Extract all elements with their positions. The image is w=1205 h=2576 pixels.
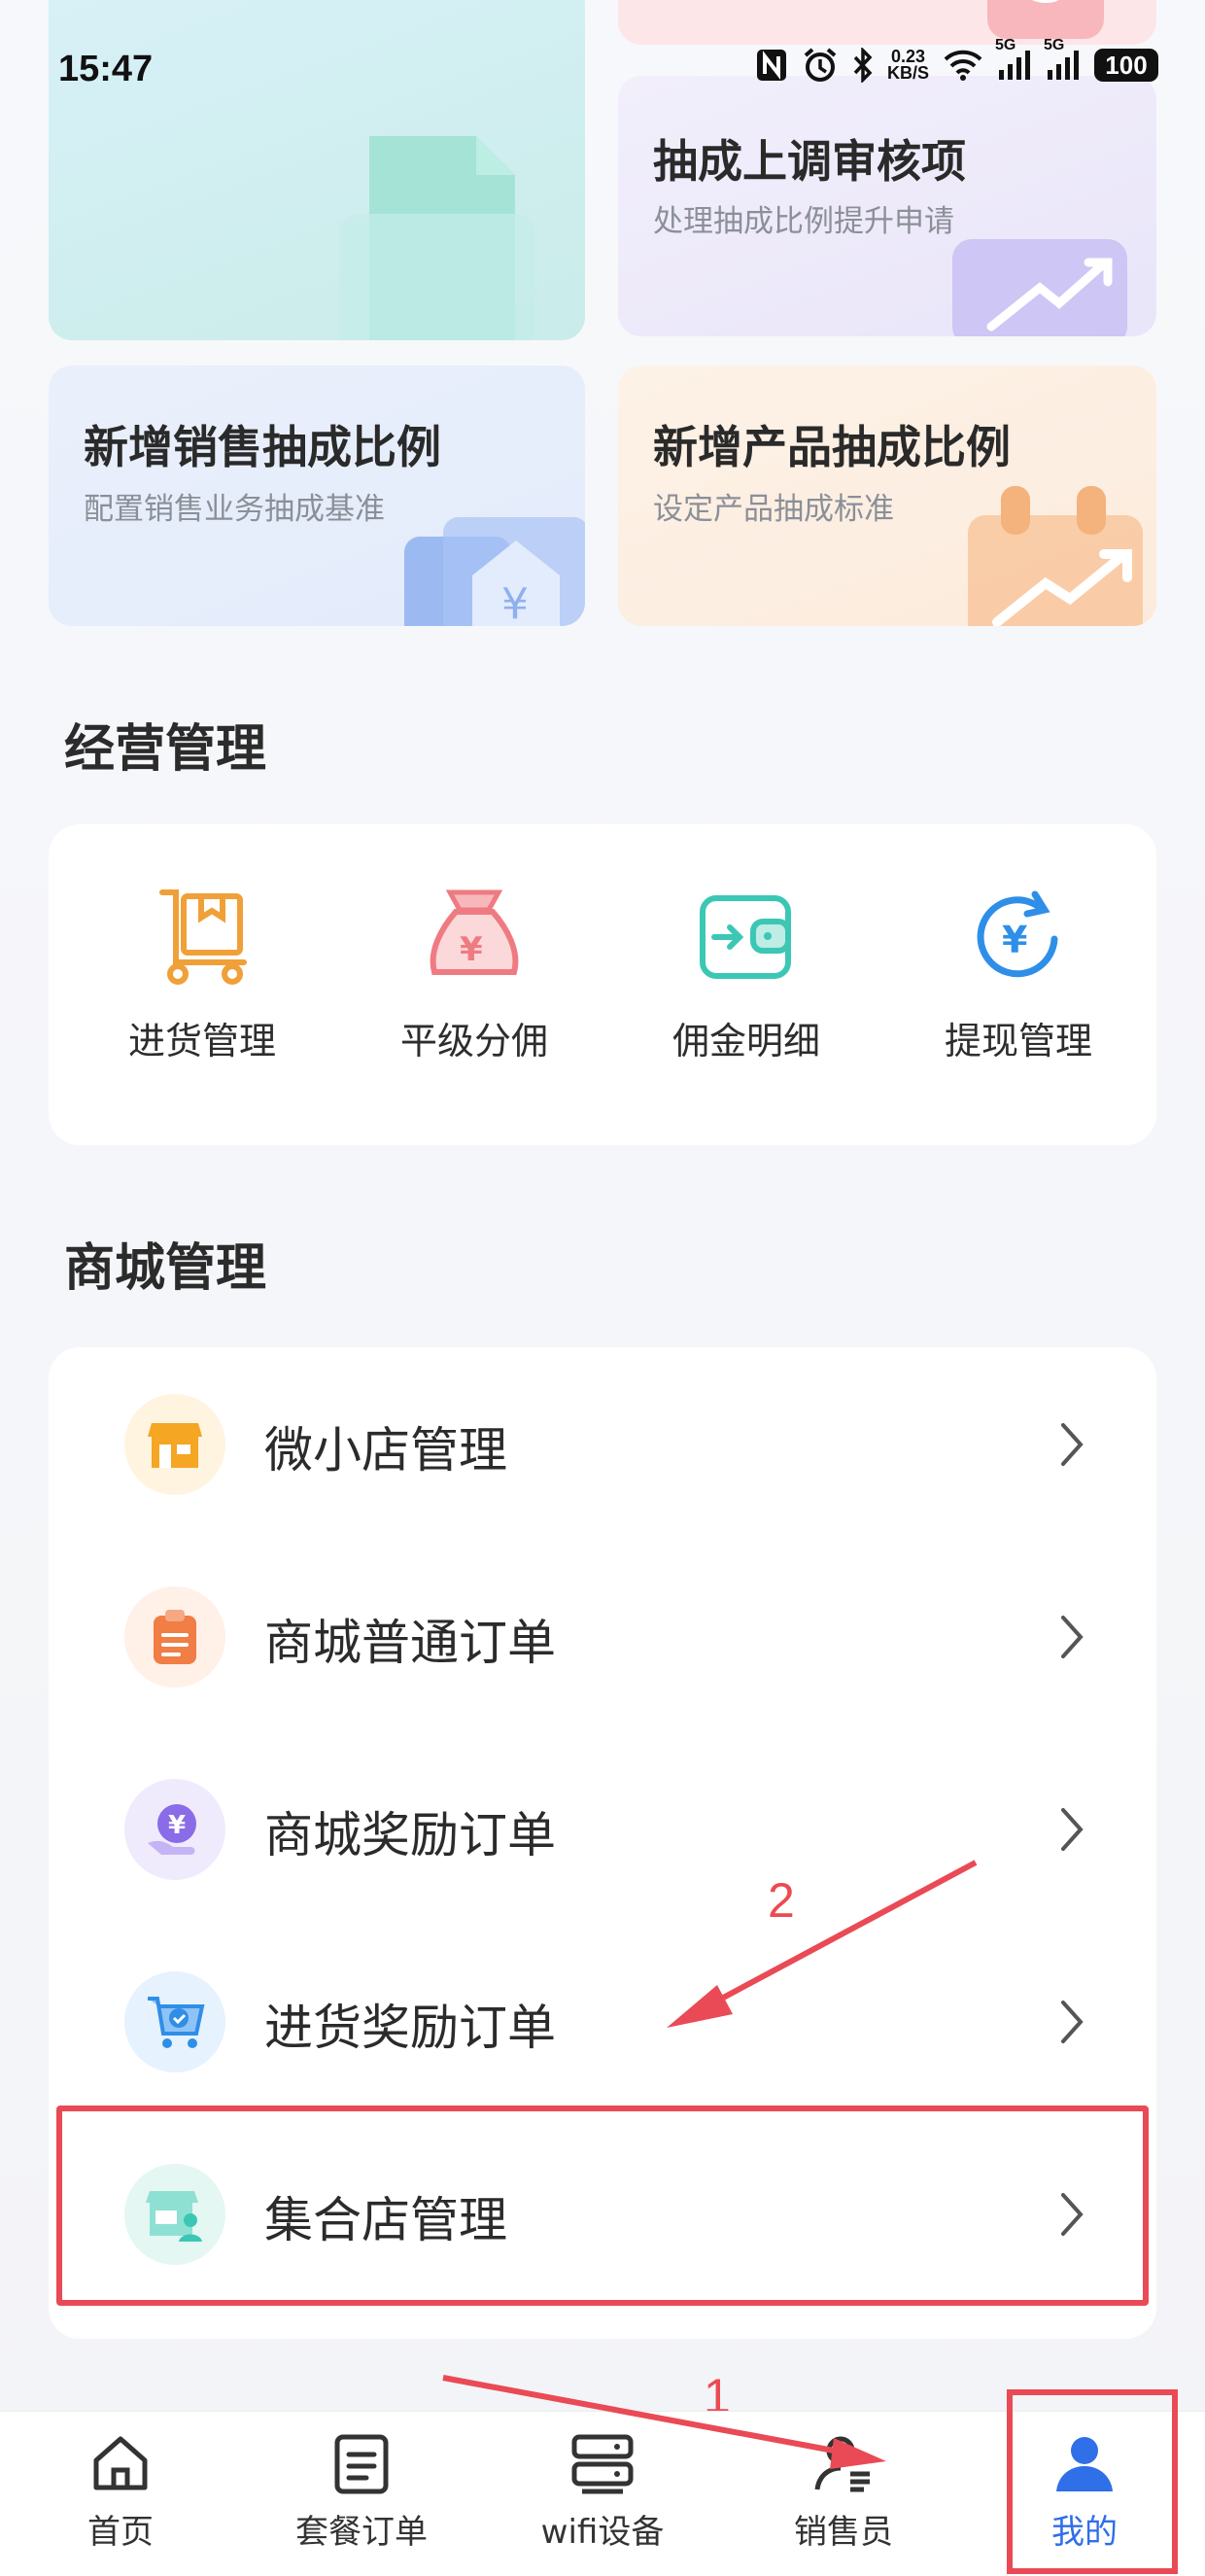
reward-hand-icon: ¥ xyxy=(124,1779,225,1880)
grid-item-peer-commission[interactable]: ¥ 平级分佣 xyxy=(358,883,591,1064)
nfc-icon xyxy=(755,48,788,83)
tab-label: wifi设备 xyxy=(540,2513,665,2552)
bluetooth-icon xyxy=(852,48,874,83)
yuan-refresh-icon: ¥ xyxy=(965,883,1072,990)
business-panel: 进货管理 ¥ 平级分佣 佣金明细 ¥ 提现管理 xyxy=(49,824,1156,1145)
shopping-cart-icon xyxy=(124,1971,225,2072)
network-type-1: 5G xyxy=(995,37,1016,53)
cart-icon xyxy=(149,883,256,990)
shop-icon xyxy=(124,1394,225,1495)
annotation-highlight-box xyxy=(56,2106,1149,2306)
row-label: 商城奖励订单 xyxy=(264,1807,556,1863)
calendar-trend-icon xyxy=(968,486,1156,626)
network-speed: 0.23 KB/S xyxy=(886,48,929,83)
svg-text:¥: ¥ xyxy=(1002,919,1027,961)
annotation-tab-box xyxy=(1007,2389,1178,2574)
status-bar: 15:47 0.23 KB/S 5G 5G 100 xyxy=(0,0,1205,136)
svg-text:¥: ¥ xyxy=(168,1811,186,1840)
tab-salesperson[interactable]: 销售员 xyxy=(746,2429,941,2553)
document-icon xyxy=(340,126,554,340)
router-icon xyxy=(568,2429,637,2497)
trend-up-icon xyxy=(952,239,1147,336)
annotation-number-2: 2 xyxy=(768,1873,795,1928)
tab-label: 销售员 xyxy=(794,2513,893,2552)
grid-label: 提现管理 xyxy=(944,1020,1092,1062)
card-subtitle: 处理抽成比例提升申请 xyxy=(653,204,954,239)
wallet-icon xyxy=(693,883,800,990)
row-label: 商城普通订单 xyxy=(264,1615,556,1671)
signal-icon-2: 5G xyxy=(1044,37,1081,82)
status-time: 15:47 xyxy=(58,49,154,89)
wifi-icon xyxy=(943,49,983,82)
card-title: 新增销售抽成比例 xyxy=(84,421,441,473)
salesperson-icon xyxy=(809,2429,878,2497)
feature-card-product-commission[interactable]: 新增产品抽成比例 设定产品抽成标准 xyxy=(618,366,1156,626)
grid-item-stock[interactable]: 进货管理 xyxy=(86,883,319,1064)
feature-card-sales-commission[interactable]: 新增销售抽成比例 配置销售业务抽成基准 ¥ xyxy=(49,366,585,626)
money-bag-icon: ¥ xyxy=(421,883,528,990)
mall-section-title: 商城管理 xyxy=(64,1239,267,1298)
status-icons: 0.23 KB/S 5G 5G 100 xyxy=(755,37,1158,84)
grid-item-withdraw[interactable]: ¥ 提现管理 xyxy=(902,883,1135,1064)
grid-item-commission-detail[interactable]: 佣金明细 xyxy=(630,883,863,1064)
chevron-right-icon xyxy=(1061,1423,1084,1466)
business-section-title: 经营管理 xyxy=(64,720,267,779)
tab-wifi-devices[interactable]: wifi设备 xyxy=(505,2429,700,2553)
chevron-right-icon xyxy=(1061,1808,1084,1851)
signal-icon-1: 5G xyxy=(995,37,1032,82)
row-label: 进货奖励订单 xyxy=(264,2000,556,2056)
grid-label: 佣金明细 xyxy=(671,1020,820,1062)
battery-indicator: 100 xyxy=(1094,49,1158,82)
card-title: 新增产品抽成比例 xyxy=(653,421,1011,473)
card-subtitle: 设定产品抽成标准 xyxy=(653,492,894,527)
grid-label: 进货管理 xyxy=(127,1020,276,1062)
svg-text:¥: ¥ xyxy=(501,579,529,626)
tab-label: 首页 xyxy=(87,2513,154,2552)
tab-label: 套餐订单 xyxy=(295,2513,428,2552)
clipboard-icon xyxy=(124,1586,225,1688)
list-item-micro-shop[interactable]: 微小店管理 xyxy=(49,1347,1156,1540)
row-label: 微小店管理 xyxy=(264,1422,507,1479)
card-subtitle: 配置销售业务抽成基准 xyxy=(84,492,385,527)
list-item-mall-orders[interactable]: 商城普通订单 xyxy=(49,1540,1156,1732)
grid-label: 平级分佣 xyxy=(399,1020,548,1062)
tab-package-orders[interactable]: 套餐订单 xyxy=(264,2429,459,2553)
speed-unit: KB/S xyxy=(886,63,929,83)
list-item-mall-reward-orders[interactable]: ¥ 商城奖励订单 xyxy=(49,1732,1156,1925)
list-item-stock-reward-orders[interactable]: 进货奖励订单 xyxy=(49,1925,1156,2117)
order-list-icon xyxy=(327,2429,396,2497)
home-icon xyxy=(86,2429,155,2497)
tab-home[interactable]: 首页 xyxy=(23,2429,218,2553)
alarm-icon xyxy=(802,47,839,84)
network-type-2: 5G xyxy=(1044,37,1065,53)
chevron-right-icon xyxy=(1061,1616,1084,1658)
money-house-icon: ¥ xyxy=(404,517,585,626)
svg-text:¥: ¥ xyxy=(460,930,483,969)
chevron-right-icon xyxy=(1061,2001,1084,2043)
